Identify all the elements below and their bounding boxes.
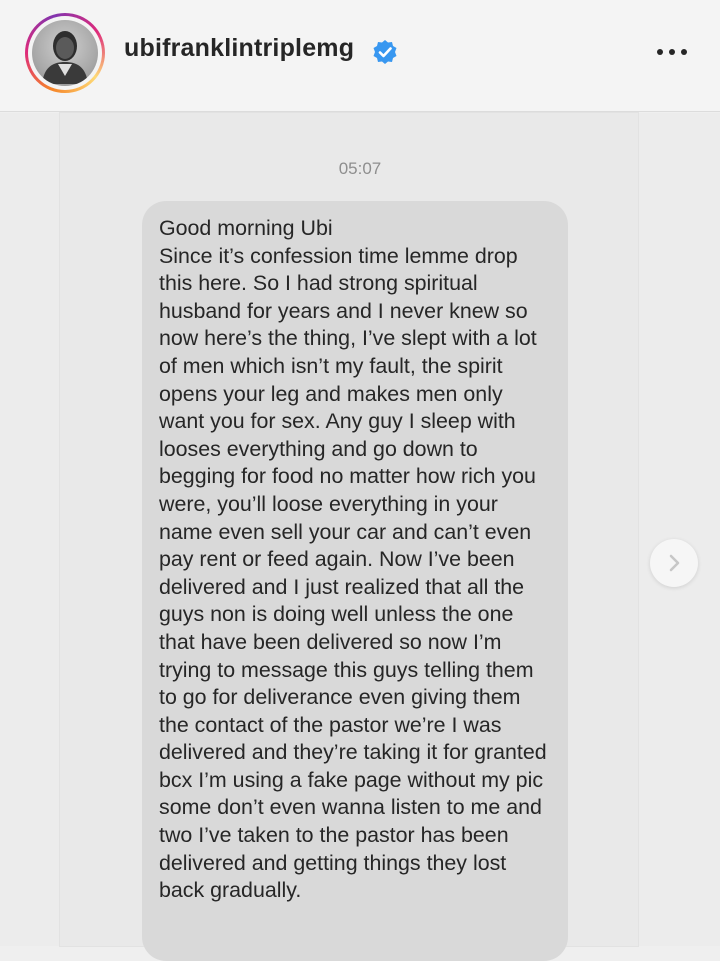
verified-badge-icon xyxy=(373,40,397,64)
username[interactable]: ubifranklintriplemg xyxy=(124,34,354,63)
profile-header: ubifranklintriplemg xyxy=(0,0,720,112)
more-options-button[interactable] xyxy=(654,38,690,66)
avatar[interactable] xyxy=(25,13,105,93)
message-bubble[interactable]: Good morning Ubi Since it’s confession t… xyxy=(142,201,568,961)
more-horizontal-icon xyxy=(657,49,663,55)
profile-photo xyxy=(32,20,98,86)
message-timestamp: 05:07 xyxy=(338,159,382,178)
message-text: Good morning Ubi Since it’s confession t… xyxy=(159,216,547,903)
message-thread: 05:07 Good morning Ubi Since it’s confes… xyxy=(0,113,720,961)
person-silhouette-icon xyxy=(42,31,88,84)
next-button[interactable] xyxy=(650,539,698,587)
chevron-right-icon xyxy=(669,554,680,572)
